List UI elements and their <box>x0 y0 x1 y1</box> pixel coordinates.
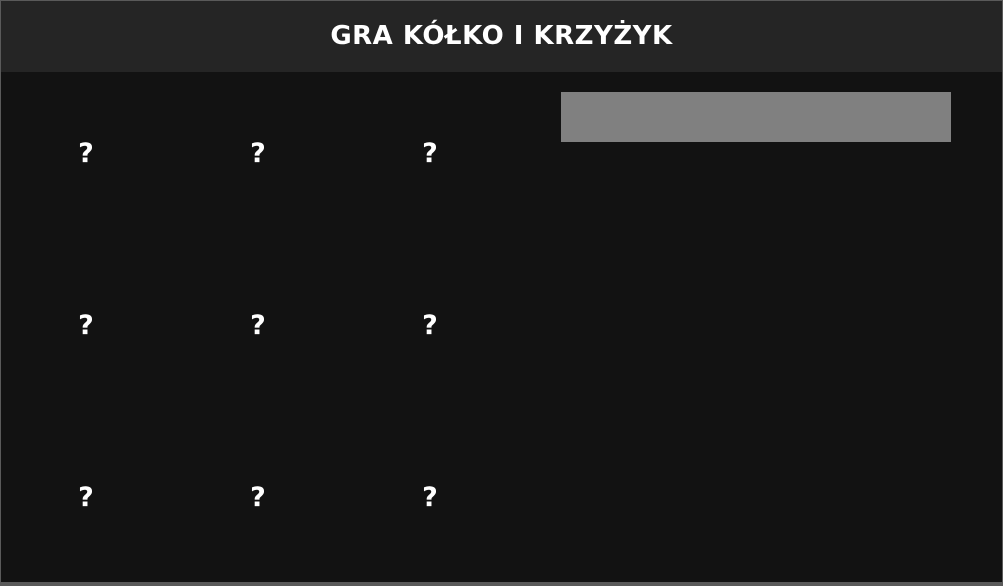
board-cell-6[interactable]: ? <box>400 300 460 350</box>
board-cell-9[interactable]: ? <box>400 472 460 522</box>
board-cell-2[interactable]: ? <box>228 128 288 178</box>
status-bar <box>561 92 951 142</box>
board-cell-4[interactable]: ? <box>56 300 116 350</box>
board-cell-5[interactable]: ? <box>228 300 288 350</box>
board-cell-7[interactable]: ? <box>56 472 116 522</box>
page-title: GRA KÓŁKO I KRZYŻYK <box>330 20 673 51</box>
board-cell-8[interactable]: ? <box>228 472 288 522</box>
header-bar: GRA KÓŁKO I KRZYŻYK <box>1 1 1002 72</box>
board-cell-1[interactable]: ? <box>56 128 116 178</box>
game-board: ? ? ? ? ? ? ? ? ? <box>1 72 521 582</box>
game-window: GRA KÓŁKO I KRZYŻYK ? ? ? ? ? ? ? ? ? <box>1 1 1002 582</box>
board-cell-3[interactable]: ? <box>400 128 460 178</box>
